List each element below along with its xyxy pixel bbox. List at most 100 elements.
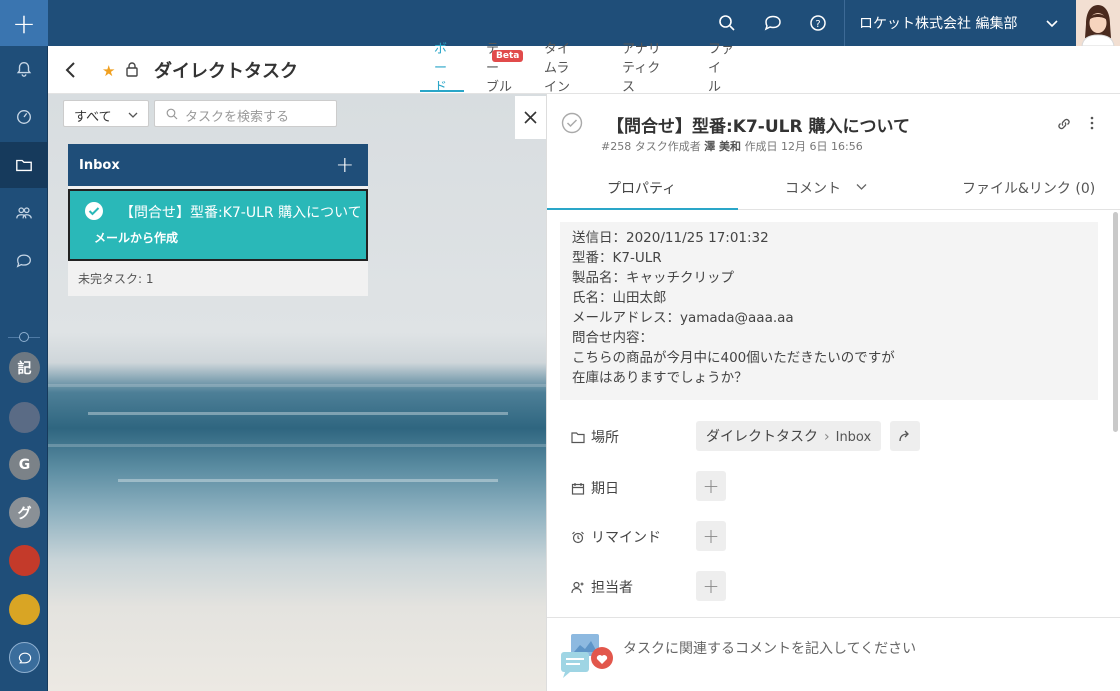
check-circle-icon[interactable] — [84, 201, 104, 221]
task-created-date: 作成日 12月 6日 16:56 — [744, 140, 863, 153]
tab-analytics[interactable]: アナリ ティク ス — [622, 40, 661, 97]
tab-files[interactable]: ファ イ ル — [708, 40, 734, 97]
back-arrow-icon[interactable] — [64, 61, 78, 79]
search-placeholder: タスクを検索する — [185, 110, 290, 125]
task-description[interactable]: 送信日：2020/11/25 17:01:32 型番：K7-ULR 製品名：キャ… — [560, 222, 1098, 400]
description-line: 氏名：山田太郎 — [572, 290, 667, 306]
avatar-2[interactable] — [9, 402, 40, 433]
chevron-down-icon[interactable] — [856, 181, 867, 192]
task-author[interactable]: 澤 美和 — [704, 140, 741, 153]
projects-nav[interactable] — [0, 142, 48, 188]
chat-plus-icon — [18, 652, 31, 663]
search-icon[interactable] — [717, 13, 737, 33]
add-due-date-button[interactable]: + — [696, 471, 726, 501]
chat-icon — [16, 254, 31, 268]
description-line: メールアドレス：yamada@aaa.aa — [572, 310, 794, 326]
tab-files-links[interactable]: ファイル&リンク (0) — [962, 178, 1095, 198]
chevron-down-icon — [1046, 20, 1058, 28]
due-date-row: 期日 — [571, 478, 619, 498]
add-reminder-button[interactable]: + — [696, 521, 726, 551]
tab-timeline[interactable]: タイ ムラ イン — [544, 40, 570, 97]
reminder-label: リマインド — [591, 530, 661, 546]
close-panel-button[interactable] — [515, 96, 546, 139]
folder-icon — [571, 432, 585, 444]
share-arrow-icon — [899, 430, 909, 442]
check-circle-icon[interactable] — [561, 112, 583, 134]
org-name: ロケット株式会社 編集部 — [859, 16, 1018, 32]
due-date-label: 期日 — [591, 481, 619, 497]
assignee-label: 担当者 — [591, 580, 633, 596]
task-meta-prefix: #258 タスク作成者 — [601, 140, 701, 153]
avatar-3[interactable]: G — [9, 449, 40, 480]
beta-badge: Beta — [492, 50, 524, 62]
comment-placeholder: タスクに関連するコメントを記入してください — [623, 641, 917, 657]
detail-tabs: プロパティ コメント ファイル&リンク (0) — [547, 166, 1120, 210]
add-chat-button[interactable] — [9, 642, 40, 673]
description-line: 送信日：2020/11/25 17:01:32 — [572, 230, 769, 246]
user-avatar[interactable] — [1076, 0, 1120, 47]
move-task-button[interactable] — [890, 421, 920, 451]
chat-nav[interactable] — [0, 238, 48, 284]
task-card-subtitle: メールから作成 — [94, 231, 179, 245]
avatar-5[interactable] — [9, 545, 40, 576]
org-selector[interactable]: ロケット株式会社 編集部 — [844, 0, 1074, 46]
filter-select[interactable]: すべて — [63, 100, 149, 127]
task-card[interactable]: 【問合せ】型番:K7-ULR 購入について メールから作成 — [68, 189, 368, 261]
reminder-row: リマインド — [571, 527, 661, 547]
users-nav[interactable] — [0, 190, 48, 236]
column-header: Inbox + — [68, 144, 368, 186]
location-column: Inbox — [835, 430, 872, 445]
task-title: 【問合せ】型番:K7-ULR 購入について — [607, 117, 910, 137]
notifications-nav[interactable] — [0, 46, 48, 92]
description-line: 在庫はありますでしょうか？ — [572, 370, 748, 386]
alarm-clock-icon — [572, 531, 584, 544]
add-button[interactable]: + — [0, 0, 48, 46]
person-add-icon — [571, 581, 584, 594]
tab-board[interactable]: ボ ー ド — [434, 40, 447, 97]
comment-illustration-icon — [561, 634, 613, 678]
project-header: ★ ダイレクトタスク ボ ー ド テ ー ブル Beta タイ ムラ イン アナ… — [48, 42, 1120, 95]
task-card-title: 【問合せ】型番:K7-ULR 購入について — [120, 205, 362, 221]
location-label: 場所 — [591, 430, 619, 446]
link-icon[interactable] — [1057, 117, 1071, 131]
panel-scrollbar[interactable] — [1113, 212, 1118, 432]
gauge-icon — [17, 110, 31, 124]
add-task-button[interactable]: + — [336, 153, 354, 178]
calendar-icon — [571, 483, 585, 495]
bell-icon — [16, 62, 32, 77]
assignee-row: 担当者 — [571, 577, 633, 597]
avatar-6[interactable] — [9, 594, 40, 625]
close-icon — [524, 111, 537, 124]
top-bar: ? ロケット株式会社 編集部 — [48, 0, 1120, 47]
tab-comments[interactable]: コメント — [785, 178, 841, 198]
svg-text:?: ? — [815, 19, 820, 30]
location-row: 場所 — [571, 427, 619, 447]
left-rail: + 記 G グ — [0, 0, 48, 691]
user-avatar-icon — [1081, 5, 1115, 47]
dashboard-nav[interactable] — [0, 94, 48, 140]
location-value[interactable]: ダイレクトタスク › Inbox — [696, 421, 882, 451]
avatar-1[interactable]: 記 — [9, 352, 40, 383]
chat-icon[interactable] — [763, 13, 783, 33]
star-icon[interactable]: ★ — [102, 62, 115, 80]
comment-composer[interactable]: タスクに関連するコメントを記入してください — [547, 617, 1120, 691]
tab-properties[interactable]: プロパティ — [607, 178, 676, 198]
chevron-right-icon: › — [824, 429, 830, 445]
project-title: ダイレクトタスク — [154, 61, 298, 82]
column-footer: 未完タスク: 1 — [78, 272, 154, 286]
active-tab-indicator — [547, 208, 738, 210]
folder-icon — [16, 159, 32, 172]
tab-table[interactable]: テ ー ブル — [486, 40, 512, 97]
description-line: こちらの商品が今月中に400個いただきたいのですが — [572, 350, 895, 366]
location-project: ダイレクトタスク — [706, 429, 818, 445]
search-icon — [166, 108, 178, 120]
column-name: Inbox — [79, 158, 120, 173]
avatar-4[interactable]: グ — [9, 497, 40, 528]
task-search-input[interactable]: タスクを検索する — [154, 100, 337, 127]
description-line: 型番：K7-ULR — [572, 250, 662, 266]
help-icon[interactable]: ? — [808, 13, 828, 33]
more-vertical-icon[interactable] — [1090, 115, 1094, 131]
chevron-down-icon — [128, 112, 138, 118]
description-line: 製品名：キャッチクリップ — [572, 270, 734, 286]
add-assignee-button[interactable]: + — [696, 571, 726, 601]
